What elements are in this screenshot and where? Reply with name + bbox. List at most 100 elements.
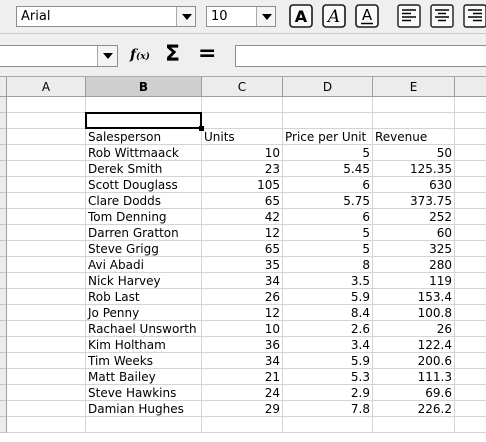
cell[interactable] <box>455 337 486 353</box>
table-header-salesperson[interactable]: Salesperson <box>86 129 202 145</box>
revenue-cell[interactable]: 69.6 <box>373 385 455 401</box>
units-cell[interactable]: 10 <box>202 321 283 337</box>
chevron-down-icon[interactable] <box>256 7 275 26</box>
cell[interactable] <box>455 97 486 113</box>
units-cell[interactable]: 34 <box>202 353 283 369</box>
cell[interactable] <box>455 129 486 145</box>
cell[interactable] <box>7 161 86 177</box>
units-cell[interactable]: 12 <box>202 305 283 321</box>
units-cell[interactable]: 34 <box>202 273 283 289</box>
units-cell[interactable]: 42 <box>202 209 283 225</box>
row-header[interactable] <box>0 193 7 209</box>
price-cell[interactable]: 8 <box>283 257 373 273</box>
cell[interactable] <box>373 113 455 129</box>
formula-input[interactable] <box>235 45 486 67</box>
cell[interactable] <box>7 401 86 417</box>
salesperson-cell[interactable]: Kim Holtham <box>86 337 202 353</box>
cell[interactable] <box>7 225 86 241</box>
revenue-cell[interactable]: 226.2 <box>373 401 455 417</box>
row-header[interactable] <box>0 369 7 385</box>
cell[interactable] <box>455 177 486 193</box>
salesperson-cell[interactable]: Rob Wittmaack <box>86 145 202 161</box>
price-cell[interactable]: 2.9 <box>283 385 373 401</box>
row-header[interactable] <box>0 257 7 273</box>
units-cell[interactable]: 105 <box>202 177 283 193</box>
chevron-down-icon[interactable] <box>176 7 195 26</box>
salesperson-cell[interactable]: Steve Grigg <box>86 241 202 257</box>
revenue-cell[interactable]: 200.6 <box>373 353 455 369</box>
underline-button[interactable]: A <box>355 4 379 28</box>
cell[interactable] <box>455 225 486 241</box>
salesperson-cell[interactable]: Darren Gratton <box>86 225 202 241</box>
row-header[interactable] <box>0 385 7 401</box>
cell[interactable] <box>283 113 373 129</box>
cell[interactable] <box>455 369 486 385</box>
units-cell[interactable]: 36 <box>202 337 283 353</box>
column-header-d[interactable]: D <box>283 77 373 97</box>
price-cell[interactable]: 5.75 <box>283 193 373 209</box>
cell[interactable] <box>455 193 486 209</box>
units-cell[interactable]: 35 <box>202 257 283 273</box>
price-cell[interactable]: 8.4 <box>283 305 373 321</box>
revenue-cell[interactable]: 325 <box>373 241 455 257</box>
bold-button[interactable]: A <box>289 4 313 28</box>
column-header-a[interactable]: A <box>7 77 86 97</box>
units-cell[interactable]: 21 <box>202 369 283 385</box>
row-header[interactable] <box>0 401 7 417</box>
price-cell[interactable]: 5.9 <box>283 353 373 369</box>
units-cell[interactable]: 26 <box>202 289 283 305</box>
units-cell[interactable]: 29 <box>202 401 283 417</box>
salesperson-cell[interactable]: Rob Last <box>86 289 202 305</box>
revenue-cell[interactable]: 630 <box>373 177 455 193</box>
price-cell[interactable]: 5 <box>283 241 373 257</box>
price-cell[interactable]: 6 <box>283 177 373 193</box>
units-cell[interactable]: 24 <box>202 385 283 401</box>
cell[interactable] <box>455 257 486 273</box>
cell[interactable] <box>7 145 86 161</box>
sum-icon[interactable]: Σ <box>165 42 180 67</box>
cell[interactable] <box>7 337 86 353</box>
salesperson-cell[interactable]: Jo Penny <box>86 305 202 321</box>
revenue-cell[interactable]: 60 <box>373 225 455 241</box>
align-center-button[interactable] <box>430 4 454 28</box>
row-header[interactable] <box>0 337 7 353</box>
price-cell[interactable]: 5.9 <box>283 289 373 305</box>
column-header-b[interactable]: B <box>86 77 202 97</box>
cell[interactable] <box>283 417 373 433</box>
align-left-button[interactable] <box>397 4 421 28</box>
cell[interactable] <box>202 417 283 433</box>
row-header[interactable] <box>0 209 7 225</box>
cell[interactable] <box>283 97 373 113</box>
row-header[interactable] <box>0 161 7 177</box>
cell[interactable] <box>7 289 86 305</box>
row-header[interactable] <box>0 305 7 321</box>
revenue-cell[interactable]: 50 <box>373 145 455 161</box>
revenue-cell[interactable]: 119 <box>373 273 455 289</box>
column-header-e[interactable]: E <box>373 77 455 97</box>
revenue-cell[interactable]: 252 <box>373 209 455 225</box>
row-header[interactable] <box>0 225 7 241</box>
cell[interactable] <box>7 305 86 321</box>
revenue-cell[interactable]: 280 <box>373 257 455 273</box>
spreadsheet-grid[interactable]: A B C D E Salesperson Units Price per Unit Reven… <box>0 77 486 442</box>
cell[interactable] <box>455 145 486 161</box>
cell[interactable] <box>7 257 86 273</box>
row-header[interactable] <box>0 273 7 289</box>
cell[interactable] <box>373 417 455 433</box>
function-equals-icon[interactable]: = <box>198 41 216 66</box>
price-cell[interactable]: 5.45 <box>283 161 373 177</box>
cell[interactable] <box>7 321 86 337</box>
row-header[interactable] <box>0 289 7 305</box>
cell[interactable] <box>7 113 86 129</box>
salesperson-cell[interactable]: Tom Denning <box>86 209 202 225</box>
price-cell[interactable]: 5.3 <box>283 369 373 385</box>
price-cell[interactable]: 3.4 <box>283 337 373 353</box>
price-cell[interactable]: 5 <box>283 225 373 241</box>
revenue-cell[interactable]: 125.35 <box>373 161 455 177</box>
function-wizard-icon[interactable]: f(x) <box>130 47 150 67</box>
row-header[interactable] <box>0 353 7 369</box>
units-cell[interactable]: 65 <box>202 193 283 209</box>
align-right-button[interactable] <box>463 4 486 28</box>
cell[interactable] <box>202 113 283 129</box>
select-all-corner[interactable] <box>0 77 7 97</box>
